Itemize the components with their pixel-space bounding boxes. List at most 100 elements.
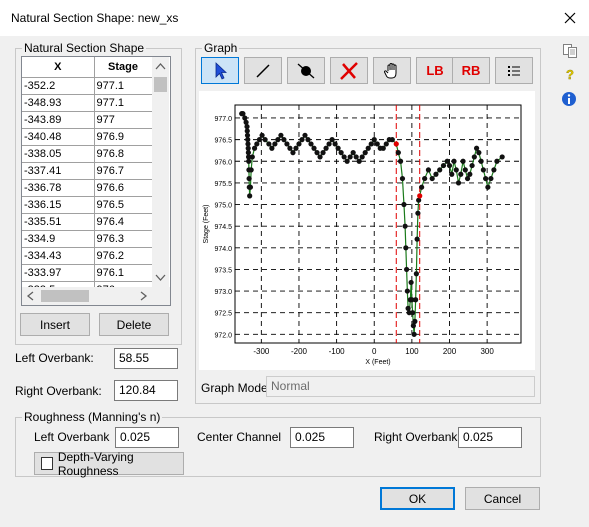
data-point	[243, 119, 249, 125]
table-row[interactable]: -334.43 976.2	[22, 247, 153, 265]
left-bank-tool-label: LB	[426, 63, 444, 78]
horizontal-scrollbar[interactable]	[22, 287, 152, 305]
copy-button[interactable]	[562, 43, 578, 59]
cell-stage[interactable]: 976.9	[94, 128, 153, 146]
left-overbank-input[interactable]: 58.55	[114, 348, 178, 369]
roughness-center-input[interactable]: 0.025	[290, 427, 354, 448]
cell-x[interactable]: -348.93	[22, 94, 95, 112]
cell-x[interactable]: -343.89	[22, 111, 95, 129]
data-point	[399, 175, 406, 182]
y-tick-label: 975.0	[214, 203, 232, 210]
data-point	[299, 137, 305, 143]
add-point-tool-button[interactable]	[287, 57, 325, 84]
vertical-scrollbar-graphic	[154, 63, 167, 281]
data-point	[380, 145, 386, 151]
xs-table[interactable]: X Stage -352.2 977.1 -348.93 977.1 -343.89 97…	[21, 56, 171, 306]
list-tool-button[interactable]	[495, 57, 533, 84]
data-point	[371, 137, 377, 143]
cell-x[interactable]: -352.2	[22, 77, 95, 95]
cell-x[interactable]: -335.51	[22, 213, 95, 231]
table-row[interactable]: -336.78 976.6	[22, 179, 153, 197]
y-tick-label: 973.5	[214, 267, 232, 274]
column-header-stage[interactable]: Stage	[94, 57, 153, 78]
pan-tool-button[interactable]	[373, 57, 411, 84]
cell-x[interactable]: -333.97	[22, 264, 95, 282]
data-point	[374, 141, 380, 147]
scrollbar-corner	[152, 287, 170, 305]
data-point	[494, 158, 500, 164]
cell-stage[interactable]: 976.5	[94, 196, 153, 214]
cell-stage[interactable]: 977.1	[94, 77, 153, 95]
cell-stage[interactable]: 976.2	[94, 247, 153, 265]
data-point	[272, 141, 278, 147]
data-point	[256, 137, 263, 143]
cell-stage[interactable]: 976.1	[94, 264, 153, 282]
data-point	[335, 145, 341, 151]
table-row[interactable]: -333.97 976.1	[22, 264, 153, 282]
cell-x[interactable]: -340.48	[22, 128, 95, 146]
select-tool-button[interactable]	[201, 57, 239, 84]
delete-button[interactable]: Delete	[99, 313, 169, 336]
table-row[interactable]: -352.2 977.1	[22, 77, 153, 95]
cell-x[interactable]: -336.78	[22, 179, 95, 197]
data-point	[254, 141, 260, 147]
data-point	[446, 162, 453, 169]
left-bank-tool-button[interactable]: LB	[416, 57, 454, 84]
table-row[interactable]: -343.89 977	[22, 111, 153, 129]
cell-stage[interactable]: 976.6	[94, 179, 153, 197]
data-point	[453, 167, 459, 173]
help-button[interactable]: ?	[563, 66, 577, 82]
cell-stage[interactable]: 977.1	[94, 94, 153, 112]
x-tick-label: 100	[405, 347, 419, 356]
cell-x[interactable]: -334.9	[22, 230, 95, 248]
table-row[interactable]: -348.93 977.1	[22, 94, 153, 112]
depth-varying-label: Depth-Varying Roughness	[57, 449, 134, 478]
data-point	[305, 137, 311, 143]
cell-x[interactable]: -338.05	[22, 145, 95, 163]
cell-x[interactable]: -336.15	[22, 196, 95, 214]
section-chart-svg: -300 -200 -100 0 100 200 300 972.0 972.5 973.0 973…	[203, 104, 522, 366]
cell-stage[interactable]: 976.7	[94, 162, 153, 180]
depth-varying-roughness-toggle[interactable]: Depth-Varying Roughness	[34, 449, 184, 478]
data-point	[326, 141, 332, 147]
insert-button[interactable]: Insert	[20, 313, 90, 336]
delete-point-tool-button[interactable]	[330, 57, 368, 84]
cell-stage[interactable]: 976.4	[94, 213, 153, 231]
right-bank-tool-button[interactable]: RB	[452, 57, 490, 84]
data-point	[281, 137, 287, 143]
table-row[interactable]: -340.48 976.9	[22, 128, 153, 146]
help-icon: ?	[566, 67, 574, 82]
vertical-scrollbar[interactable]	[152, 57, 169, 287]
data-point	[356, 158, 362, 164]
column-header-x[interactable]: X	[22, 57, 95, 78]
info-button[interactable]	[561, 91, 577, 107]
data-point	[401, 201, 407, 208]
draw-line-tool-button[interactable]	[244, 57, 282, 84]
data-point	[449, 171, 455, 177]
cell-stage[interactable]: 976.3	[94, 230, 153, 248]
cell-stage[interactable]: 977	[94, 111, 153, 129]
table-row[interactable]: -338.05 976.8	[22, 145, 153, 163]
cell-x[interactable]: -334.43	[22, 247, 95, 265]
roughness-right-input[interactable]: 0.025	[458, 427, 522, 448]
depth-varying-checkbox[interactable]	[41, 457, 53, 470]
svg-text:?: ?	[566, 67, 574, 82]
close-button[interactable]	[556, 5, 584, 31]
roughness-center-label: Center Channel	[197, 430, 282, 444]
cell-stage[interactable]: 976.8	[94, 145, 153, 163]
data-point	[341, 154, 347, 160]
data-point	[458, 171, 464, 177]
cell-x[interactable]: -337.41	[22, 162, 95, 180]
table-row[interactable]: -335.51 976.4	[22, 213, 153, 231]
ok-button[interactable]: OK	[380, 487, 455, 510]
roughness-left-input[interactable]: 0.025	[115, 427, 179, 448]
cancel-button[interactable]: Cancel	[465, 487, 540, 510]
table-row[interactable]: -334.9 976.3	[22, 230, 153, 248]
y-tick-label: 975.5	[214, 181, 232, 188]
table-row[interactable]: -336.15 976.5	[22, 196, 153, 214]
section-chart[interactable]: -300 -200 -100 0 100 200 300 972.0 972.5 973.0 973…	[199, 91, 535, 370]
table-row[interactable]: -337.41 976.7	[22, 162, 153, 180]
right-overbank-input[interactable]: 120.84	[114, 380, 178, 401]
x-tick-label: -200	[291, 347, 308, 356]
data-point	[460, 158, 466, 164]
